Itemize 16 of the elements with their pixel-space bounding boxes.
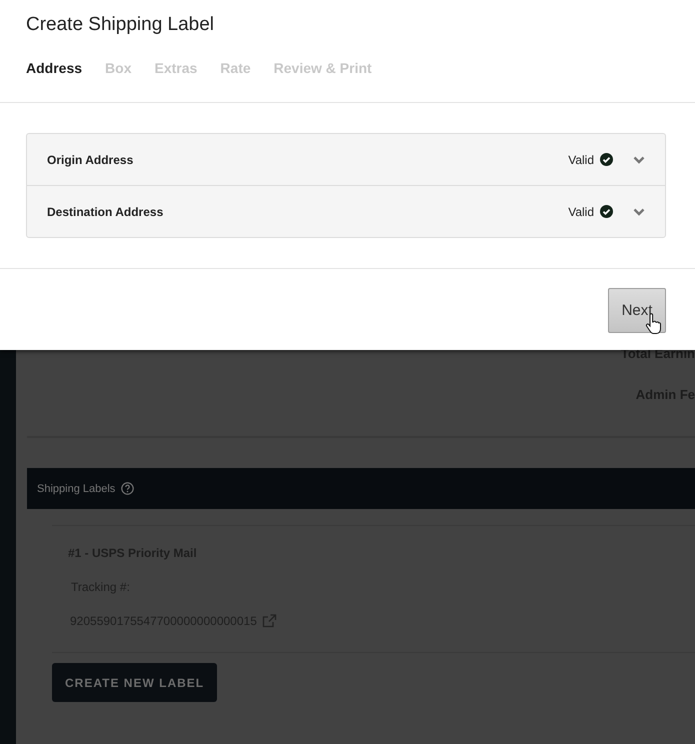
section-title: Origin Address [47, 152, 134, 166]
accordion-row[interactable]: Origin Address Valid [27, 134, 665, 185]
status-label: Valid [568, 152, 594, 166]
step-tab[interactable]: Address [26, 60, 82, 76]
accordion-row[interactable]: Destination Address Valid [27, 185, 665, 237]
dialog-title: Create Shipping Label [26, 14, 216, 36]
help-icon[interactable] [121, 482, 134, 495]
chevron-down-icon[interactable] [633, 208, 645, 216]
section-title: Destination Address [47, 204, 164, 218]
chevron-down-icon[interactable] [633, 156, 645, 164]
check-circle-icon [600, 153, 613, 166]
check-circle-icon [600, 205, 613, 218]
next-button[interactable]: Next [608, 288, 666, 333]
section-title: Shipping Labels [37, 482, 116, 494]
create-label-button[interactable]: CREATE NEW LABEL [52, 663, 218, 702]
status-label: Valid [568, 204, 594, 218]
